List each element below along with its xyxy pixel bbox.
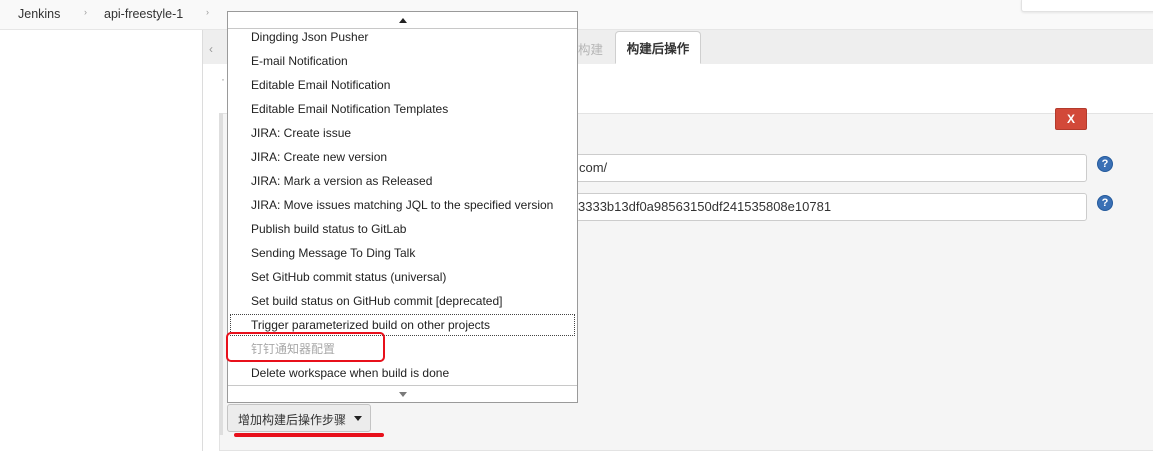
tab-partial-glyph: ‹ bbox=[209, 42, 213, 56]
help-icon[interactable]: ? bbox=[1097, 195, 1113, 211]
annotation-underline bbox=[234, 433, 384, 437]
dropdown-item-jira-create-version[interactable]: JIRA: Create new version bbox=[230, 146, 575, 168]
dropdown-item-delete-workspace[interactable]: Delete workspace when build is done bbox=[230, 362, 575, 384]
dropdown-item-ding-talk-message[interactable]: Sending Message To Ding Talk bbox=[230, 242, 575, 264]
annotation-highlight-box bbox=[226, 332, 385, 362]
delete-step-button[interactable]: X bbox=[1055, 108, 1087, 130]
dropdown-item-editable-email-templates[interactable]: Editable Email Notification Templates bbox=[230, 98, 575, 120]
access-token-input[interactable]: 3333b13df0a98563150df241535808e10781 bbox=[560, 193, 1087, 221]
caret-down-icon bbox=[354, 416, 362, 421]
arrow-down-icon bbox=[398, 391, 407, 397]
dropdown-item-github-commit-status[interactable]: Set GitHub commit status (universal) bbox=[230, 266, 575, 288]
breadcrumb-separator-icon: › bbox=[206, 7, 209, 17]
dropdown-item-editable-email-notification[interactable]: Editable Email Notification bbox=[230, 74, 575, 96]
scroll-down-button[interactable] bbox=[228, 385, 577, 402]
top-right-panel bbox=[1021, 0, 1153, 12]
dropdown-item-jira-move-issues[interactable]: JIRA: Move issues matching JQL to the sp… bbox=[230, 194, 575, 216]
dropdown-item-github-build-status-deprecated[interactable]: Set build status on GitHub commit [depre… bbox=[230, 290, 575, 312]
add-post-build-step-button[interactable]: 增加构建后操作步骤 bbox=[227, 404, 371, 432]
tab-post-build-actions[interactable]: 构建后操作 bbox=[615, 31, 701, 64]
dropdown-item-publish-gitlab-status[interactable]: Publish build status to GitLab bbox=[230, 218, 575, 240]
dropdown-item-dingding-json-pusher[interactable]: Dingding Json Pusher bbox=[230, 26, 575, 48]
dropdown-item-jira-mark-released[interactable]: JIRA: Mark a version as Released bbox=[230, 170, 575, 192]
arrow-up-icon bbox=[398, 17, 407, 23]
left-sidebar bbox=[0, 30, 203, 451]
dropdown-item-jira-create-issue[interactable]: JIRA: Create issue bbox=[230, 122, 575, 144]
add-step-label: 增加构建后操作步骤 bbox=[238, 413, 347, 427]
webhook-url-input[interactable]: com/ bbox=[560, 154, 1087, 182]
help-icon[interactable]: ? bbox=[1097, 156, 1113, 172]
breadcrumb-item-jenkins[interactable]: Jenkins bbox=[18, 7, 60, 21]
dropdown-item-email-notification[interactable]: E-mail Notification bbox=[230, 50, 575, 72]
breadcrumb-item-project[interactable]: api-freestyle-1 bbox=[104, 7, 183, 21]
breadcrumb-separator-icon: › bbox=[84, 7, 87, 17]
section-drag-rule[interactable] bbox=[219, 113, 223, 435]
tab-build[interactable]: 构建 bbox=[578, 39, 603, 58]
section-partial-glyph: · bbox=[221, 72, 225, 86]
